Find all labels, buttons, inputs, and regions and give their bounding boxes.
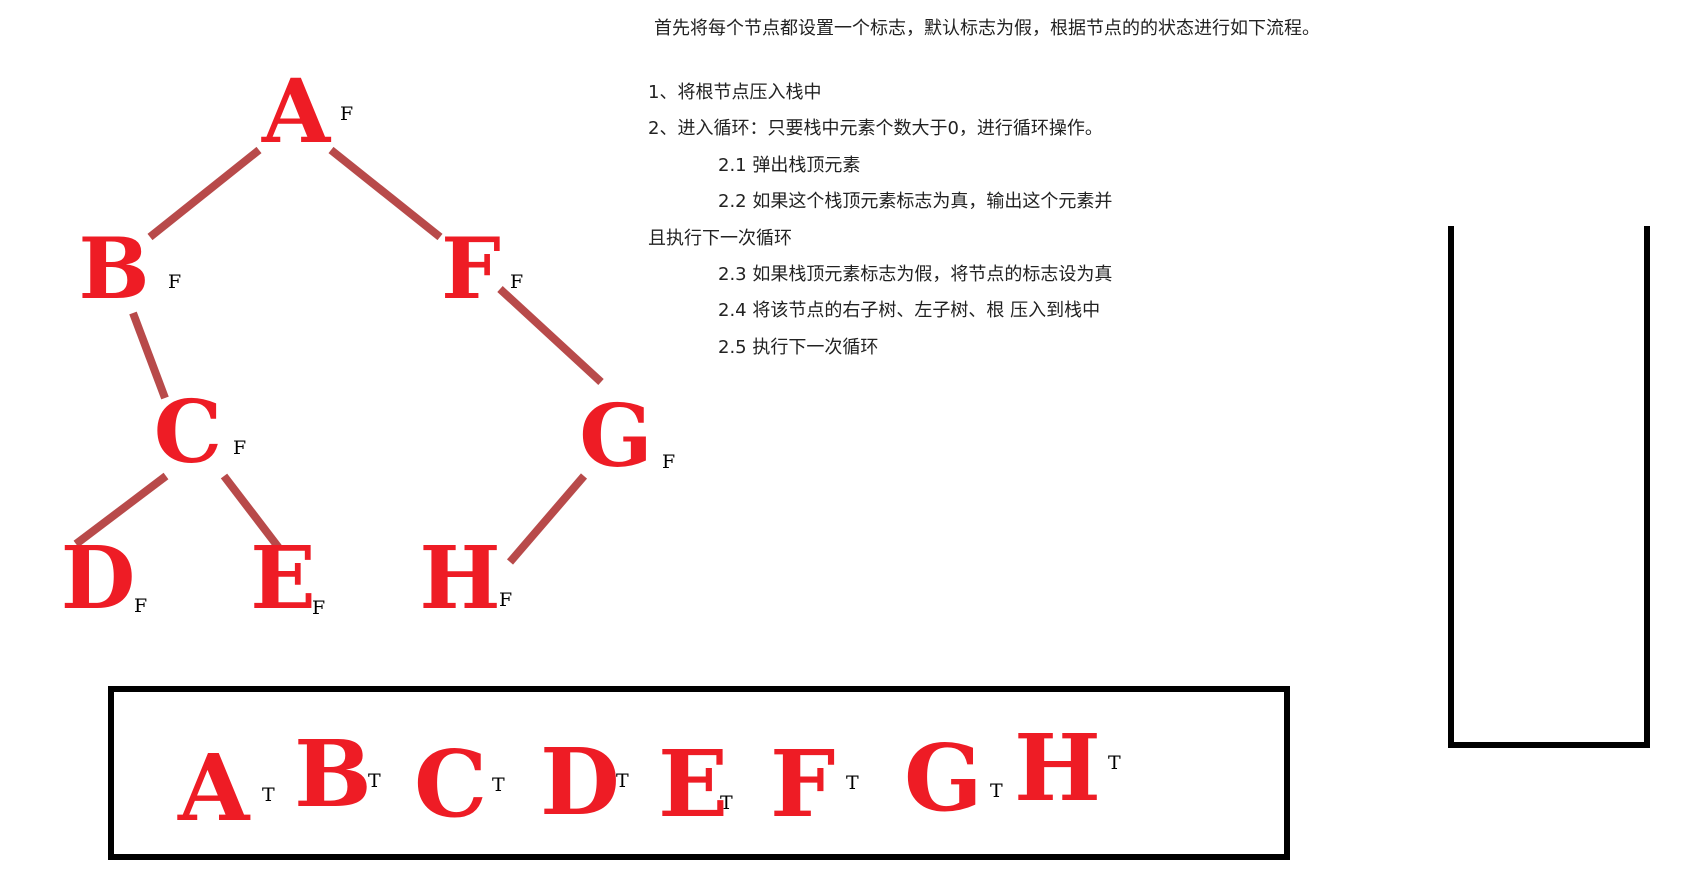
stack-container [1448, 226, 1650, 748]
output-letter: C [414, 730, 488, 838]
output-item: FT [770, 738, 859, 830]
output-letter: D [540, 728, 620, 836]
step-2: 2、进入循环：只要栈中元素个数大于0，进行循环操作。 [648, 118, 1103, 139]
intro-text: 首先将每个节点都设置一个标志，默认标志为假，根据节点的的状态进行如下流程。 [654, 18, 1320, 39]
node-h-flag: F [499, 589, 512, 611]
edge-a-b [147, 146, 262, 241]
step-2-1: 2.1 弹出栈顶元素 [718, 155, 861, 176]
node-c: C [154, 382, 222, 483]
output-letter: G [904, 724, 983, 832]
step-2-4: 2.4 将该节点的右子树、左子树、根 压入到栈中 [718, 300, 1101, 321]
edge-g-h [506, 473, 588, 565]
node-e-flag: F [312, 597, 325, 619]
step-1: 1、将根节点压入栈中 [648, 82, 822, 103]
edge-a-f [328, 146, 443, 241]
step-2-2: 2.2 如果这个栈顶元素标志为真，输出这个元素并 [718, 191, 1113, 212]
output-flag: T [990, 780, 1003, 802]
output-flag: T [262, 784, 275, 806]
node-b-flag: F [168, 271, 181, 293]
step-2-2-continued: 且执行下一次循环 [648, 228, 792, 249]
output-letter: E [658, 730, 729, 838]
output-item: ET [658, 738, 733, 830]
output-sequence-box: ATBTCTDTETFTGTHT [108, 686, 1290, 860]
node-a-flag: F [340, 103, 353, 125]
output-flag: T [616, 770, 629, 792]
output-flag: T [492, 774, 505, 796]
node-g: G [579, 386, 652, 487]
output-letter: A [178, 734, 250, 842]
node-e: E [250, 528, 316, 629]
output-item: DT [540, 736, 629, 828]
output-item: CT [414, 738, 505, 830]
output-letter: H [1014, 714, 1101, 822]
output-item: AT [178, 742, 275, 834]
edge-f-g [497, 286, 604, 385]
node-d-flag: F [134, 595, 147, 617]
output-item: GT [904, 732, 1003, 824]
output-flag: T [846, 772, 859, 794]
output-flag: T [1108, 752, 1121, 774]
output-item: BT [294, 728, 381, 820]
step-2-3: 2.3 如果栈顶元素标志为假，将节点的标志设为真 [718, 264, 1113, 285]
node-b: B [79, 219, 150, 318]
output-item: HT [1014, 722, 1121, 814]
binary-tree-diagram: A FB F F FC F G FDF EF HF [61, 59, 675, 629]
node-c-flag: F [233, 437, 246, 459]
output-flag: T [368, 770, 381, 792]
node-f: F [441, 219, 501, 318]
output-letter: B [294, 720, 372, 828]
node-d: D [61, 528, 136, 629]
node-h: H [419, 528, 500, 629]
node-a: A [261, 59, 332, 163]
tree-nodes: A FB F F FC F G FDF EF HF [61, 59, 675, 629]
node-f-flag: F [510, 271, 523, 293]
step-2-5: 2.5 执行下一次循环 [718, 337, 879, 358]
output-letter: F [770, 730, 836, 838]
node-g-flag: F [662, 451, 675, 473]
output-flag: T [720, 792, 733, 814]
tree-edges [73, 146, 604, 565]
